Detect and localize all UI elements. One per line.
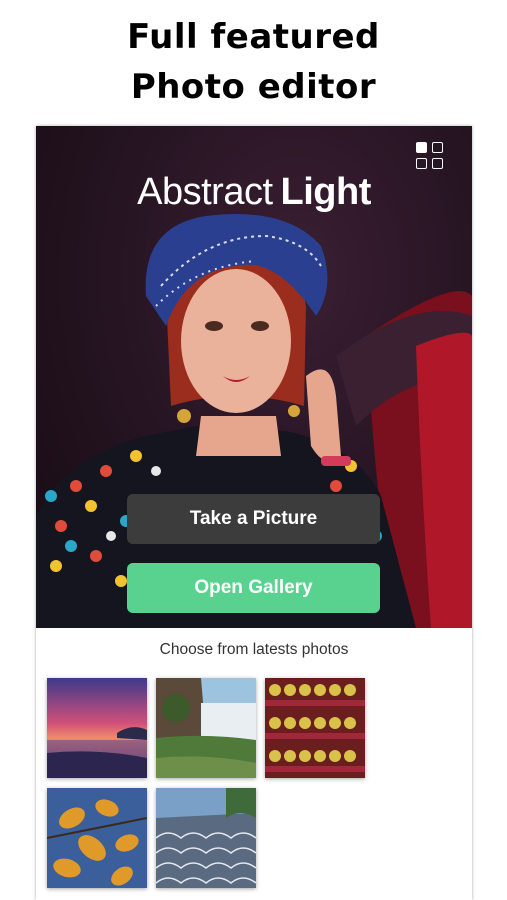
produce-shelves-photo [265, 678, 365, 778]
logo-word-bold: Light [280, 171, 372, 213]
photo-thumbnail-pavement[interactable] [156, 788, 256, 888]
photo-thumbnail-produce[interactable] [265, 678, 365, 778]
latest-photos-heading: Choose from latests photos [159, 641, 349, 658]
logo-word-regular: Abstract [137, 171, 273, 213]
pavement-pattern-photo [156, 788, 256, 888]
app-logo: Abstract Light [36, 168, 472, 216]
photo-thumbnail-sunset[interactable] [47, 678, 147, 778]
open-gallery-button[interactable]: Open Gallery [127, 563, 380, 613]
sunset-beach-photo [47, 678, 147, 778]
app-screen: Abstract Light Take a Picture Open Galler… [36, 126, 472, 900]
grid-square-icon [432, 142, 443, 153]
autumn-leaves-photo [47, 788, 147, 888]
take-picture-button[interactable]: Take a Picture [127, 494, 380, 544]
photo-thumbnail-waterfall[interactable] [156, 678, 256, 778]
promo-line-1: Full featured [127, 17, 380, 57]
waterfall-photo [156, 678, 256, 778]
grid-square-icon [416, 142, 427, 153]
photo-thumbnail-leaves[interactable] [47, 788, 147, 888]
promo-line-2: Photo editor [130, 67, 377, 107]
hero-photo: Abstract Light Take a Picture Open Galler… [36, 126, 472, 628]
promo-headline: Full featured Photo editor [0, 12, 507, 112]
